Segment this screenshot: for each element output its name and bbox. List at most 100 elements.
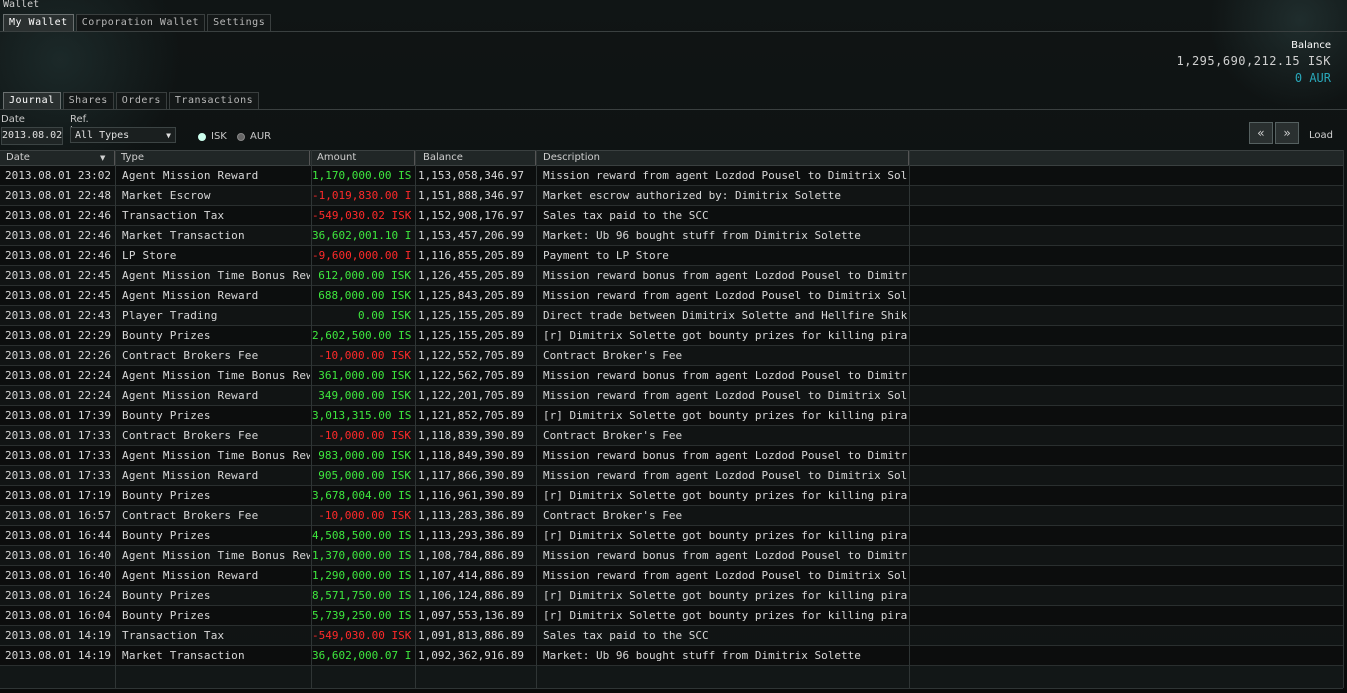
page-nav: « » (1249, 122, 1301, 144)
cell-balance: 1,152,908,176.97 ISK (418, 209, 530, 222)
col-header-amount[interactable]: Amount (317, 151, 356, 165)
cell-amount: 688,000.00 ISK (318, 289, 411, 302)
table-row[interactable]: 2013.08.01 16:40:36 Agent Mission Reward 1… (0, 566, 1343, 586)
col-header-type[interactable]: Type (121, 151, 144, 165)
cell-type: Contract Brokers Fee (122, 509, 259, 522)
cell-amount: 8,571,750.00 ISK (312, 589, 411, 602)
double-chevron-left-icon[interactable]: « (1249, 122, 1273, 144)
cell-amount: -10,000.00 ISK (318, 349, 411, 362)
table-row[interactable]: 2013.08.01 17:19:18 Bounty Prizes 3,678,00… (0, 486, 1343, 506)
column-divider[interactable] (309, 151, 310, 165)
table-row[interactable]: 2013.08.01 22:46:54 Transaction Tax -549,0… (0, 206, 1343, 226)
column-divider (311, 150, 312, 688)
cell-amount: 612,000.00 ISK (318, 269, 411, 282)
cell-type: Transaction Tax (122, 209, 225, 222)
cell-amount: -10,000.00 ISK (318, 509, 411, 522)
table-row[interactable]: 2013.08.01 16:57:24 Contract Brokers Fee -… (0, 506, 1343, 526)
cell-type: Agent Mission Reward (122, 289, 259, 302)
cell-balance: 1,118,839,390.89 ISK (418, 429, 530, 442)
cell-balance: 1,108,784,886.89 ISK (418, 549, 530, 562)
double-chevron-right-icon[interactable]: » (1275, 122, 1299, 144)
cell-balance: 1,091,813,886.89 ISK (418, 629, 530, 642)
cell-amount: 3,013,315.00 ISK (312, 409, 411, 422)
cell-type: Agent Mission Time Bonus Reward (122, 549, 310, 562)
tab-corporation-wallet[interactable]: Corporation Wallet (75, 14, 206, 32)
tab-shares[interactable]: Shares (62, 92, 114, 110)
table-row[interactable]: 2013.08.01 17:39:20 Bounty Prizes 3,013,31… (0, 406, 1343, 426)
cell-balance: 1,118,849,390.89 ISK (418, 449, 530, 462)
table-row[interactable]: 2013.08.01 22:43:20 Player Trading 0.00 IS… (0, 306, 1343, 326)
tab-settings[interactable]: Settings (207, 14, 272, 32)
cell-date: 2013.08.01 22:45:40 (5, 269, 113, 282)
table-row[interactable]: 2013.08.01 23:02:40 Agent Mission Reward 1… (0, 166, 1343, 186)
table-row[interactable]: 2013.08.01 14:19:21 Market Transaction 36,… (0, 646, 1343, 666)
cell-type: Market Escrow (122, 189, 211, 202)
cell-date: 2013.08.01 16:40:36 (5, 549, 113, 562)
balance-aur: 0 AUR (1294, 71, 1331, 85)
cell-amount: 36,602,000.07 ISK (312, 649, 411, 662)
date-input[interactable]: 2013.08.02 (1, 127, 63, 145)
cell-amount: 0.00 ISK (358, 309, 411, 322)
cell-description: Contract Broker's Fee (543, 349, 683, 362)
table-edge (0, 688, 1343, 689)
cell-description: Mission reward bonus from agent Lozdod P… (543, 369, 908, 382)
tab-transactions[interactable]: Transactions (168, 92, 260, 110)
cell-type: Bounty Prizes (122, 329, 211, 342)
cell-description: Mission reward from agent Lozdod Pousel … (543, 289, 908, 302)
col-header-description[interactable]: Description (543, 151, 600, 165)
table-row[interactable]: 2013.08.01 22:45:40 Agent Mission Time Bo… (0, 266, 1343, 286)
chevron-down-icon: ▼ (166, 131, 171, 140)
table-row[interactable]: 2013.08.01 17:33:59 Contract Brokers Fee -… (0, 426, 1343, 446)
table-row[interactable]: 2013.08.01 22:46:54 Market Transaction 36,… (0, 226, 1343, 246)
tab-my-wallet[interactable]: My Wallet (3, 14, 74, 32)
cell-description: Mission reward from agent Lozdod Pousel … (543, 469, 908, 482)
table-row[interactable]: 2013.08.01 22:45:40 Agent Mission Reward 6… (0, 286, 1343, 306)
currency-aur-label: AUR (250, 131, 272, 142)
currency-isk-label: ISK (211, 131, 227, 142)
col-header-date[interactable]: Date (6, 151, 30, 165)
table-edge (1343, 150, 1344, 688)
col-header-balance[interactable]: Balance (423, 151, 463, 165)
load-button[interactable]: Load (1309, 130, 1333, 141)
tab-journal[interactable]: Journal (3, 92, 61, 110)
table-row[interactable]: 2013.08.01 14:19:21 Transaction Tax -549,0… (0, 626, 1343, 646)
table-row[interactable]: 2013.08.01 16:24:11 Bounty Prizes 8,571,75… (0, 586, 1343, 606)
table-row[interactable]: 2013.08.01 22:24:14 Agent Mission Reward 3… (0, 386, 1343, 406)
reftype-select[interactable]: All Types ▼ (70, 127, 176, 143)
table-row[interactable]: 2013.08.01 17:33:37 Agent Mission Time Bo… (0, 446, 1343, 466)
currency-isk-radio[interactable]: ISK (198, 131, 227, 142)
cell-balance: 1,097,553,136.89 ISK (418, 609, 530, 622)
table-row[interactable]: 2013.08.01 22:48:26 Market Escrow -1,019,8… (0, 186, 1343, 206)
cell-amount: -1,019,830.00 ISK (312, 189, 411, 202)
cell-type: Bounty Prizes (122, 589, 211, 602)
table-row[interactable]: 2013.08.01 16:44:13 Bounty Prizes 4,508,50… (0, 526, 1343, 546)
cell-description: [r] Dimitrix Solette got bounty prizes f… (543, 529, 908, 542)
table-row[interactable]: 2013.08.01 22:29:52 Bounty Prizes 2,602,50… (0, 326, 1343, 346)
table-row[interactable]: 2013.08.01 22:24:14 Agent Mission Time Bo… (0, 366, 1343, 386)
cell-description: Market: Ub 96 bought stuff from Dimitrix… (543, 229, 861, 242)
cell-type: Transaction Tax (122, 629, 225, 642)
cell-date: 2013.08.01 22:45:40 (5, 289, 113, 302)
cell-description: [r] Dimitrix Solette got bounty prizes f… (543, 409, 908, 422)
table-row[interactable]: 2013.08.01 22:46:22 LP Store -9,600,000.00… (0, 246, 1343, 266)
cell-description: Contract Broker's Fee (543, 429, 683, 442)
cell-amount: 5,739,250.00 ISK (312, 609, 411, 622)
cell-description: Mission reward from agent Lozdod Pousel … (543, 389, 908, 402)
cell-type: Market Transaction (122, 229, 245, 242)
table-row[interactable]: 2013.08.01 16:40:36 Agent Mission Time Bo… (0, 546, 1343, 566)
tab-orders[interactable]: Orders (115, 92, 167, 110)
cell-balance: 1,113,293,386.89 ISK (418, 529, 530, 542)
cell-amount: -10,000.00 ISK (318, 429, 411, 442)
table-row[interactable]: 2013.08.01 22:26:50 Contract Brokers Fee -… (0, 346, 1343, 366)
cell-amount: -9,600,000.00 ISK (312, 249, 411, 262)
cell-amount: -549,030.02 ISK (312, 209, 411, 222)
currency-aur-radio[interactable]: AUR (237, 131, 271, 142)
cell-balance: 1,116,855,205.89 ISK (418, 249, 530, 262)
cell-description: Market: Ub 96 bought stuff from Dimitrix… (543, 649, 861, 662)
cell-amount: 361,000.00 ISK (318, 369, 411, 382)
cell-date: 2013.08.01 22:29:52 (5, 329, 113, 342)
cell-date: 2013.08.01 16:04:09 (5, 609, 113, 622)
cell-type: Bounty Prizes (122, 489, 211, 502)
table-row[interactable]: 2013.08.01 16:04:09 Bounty Prizes 5,739,25… (0, 606, 1343, 626)
table-row[interactable]: 2013.08.01 17:33:36 Agent Mission Reward 9… (0, 466, 1343, 486)
